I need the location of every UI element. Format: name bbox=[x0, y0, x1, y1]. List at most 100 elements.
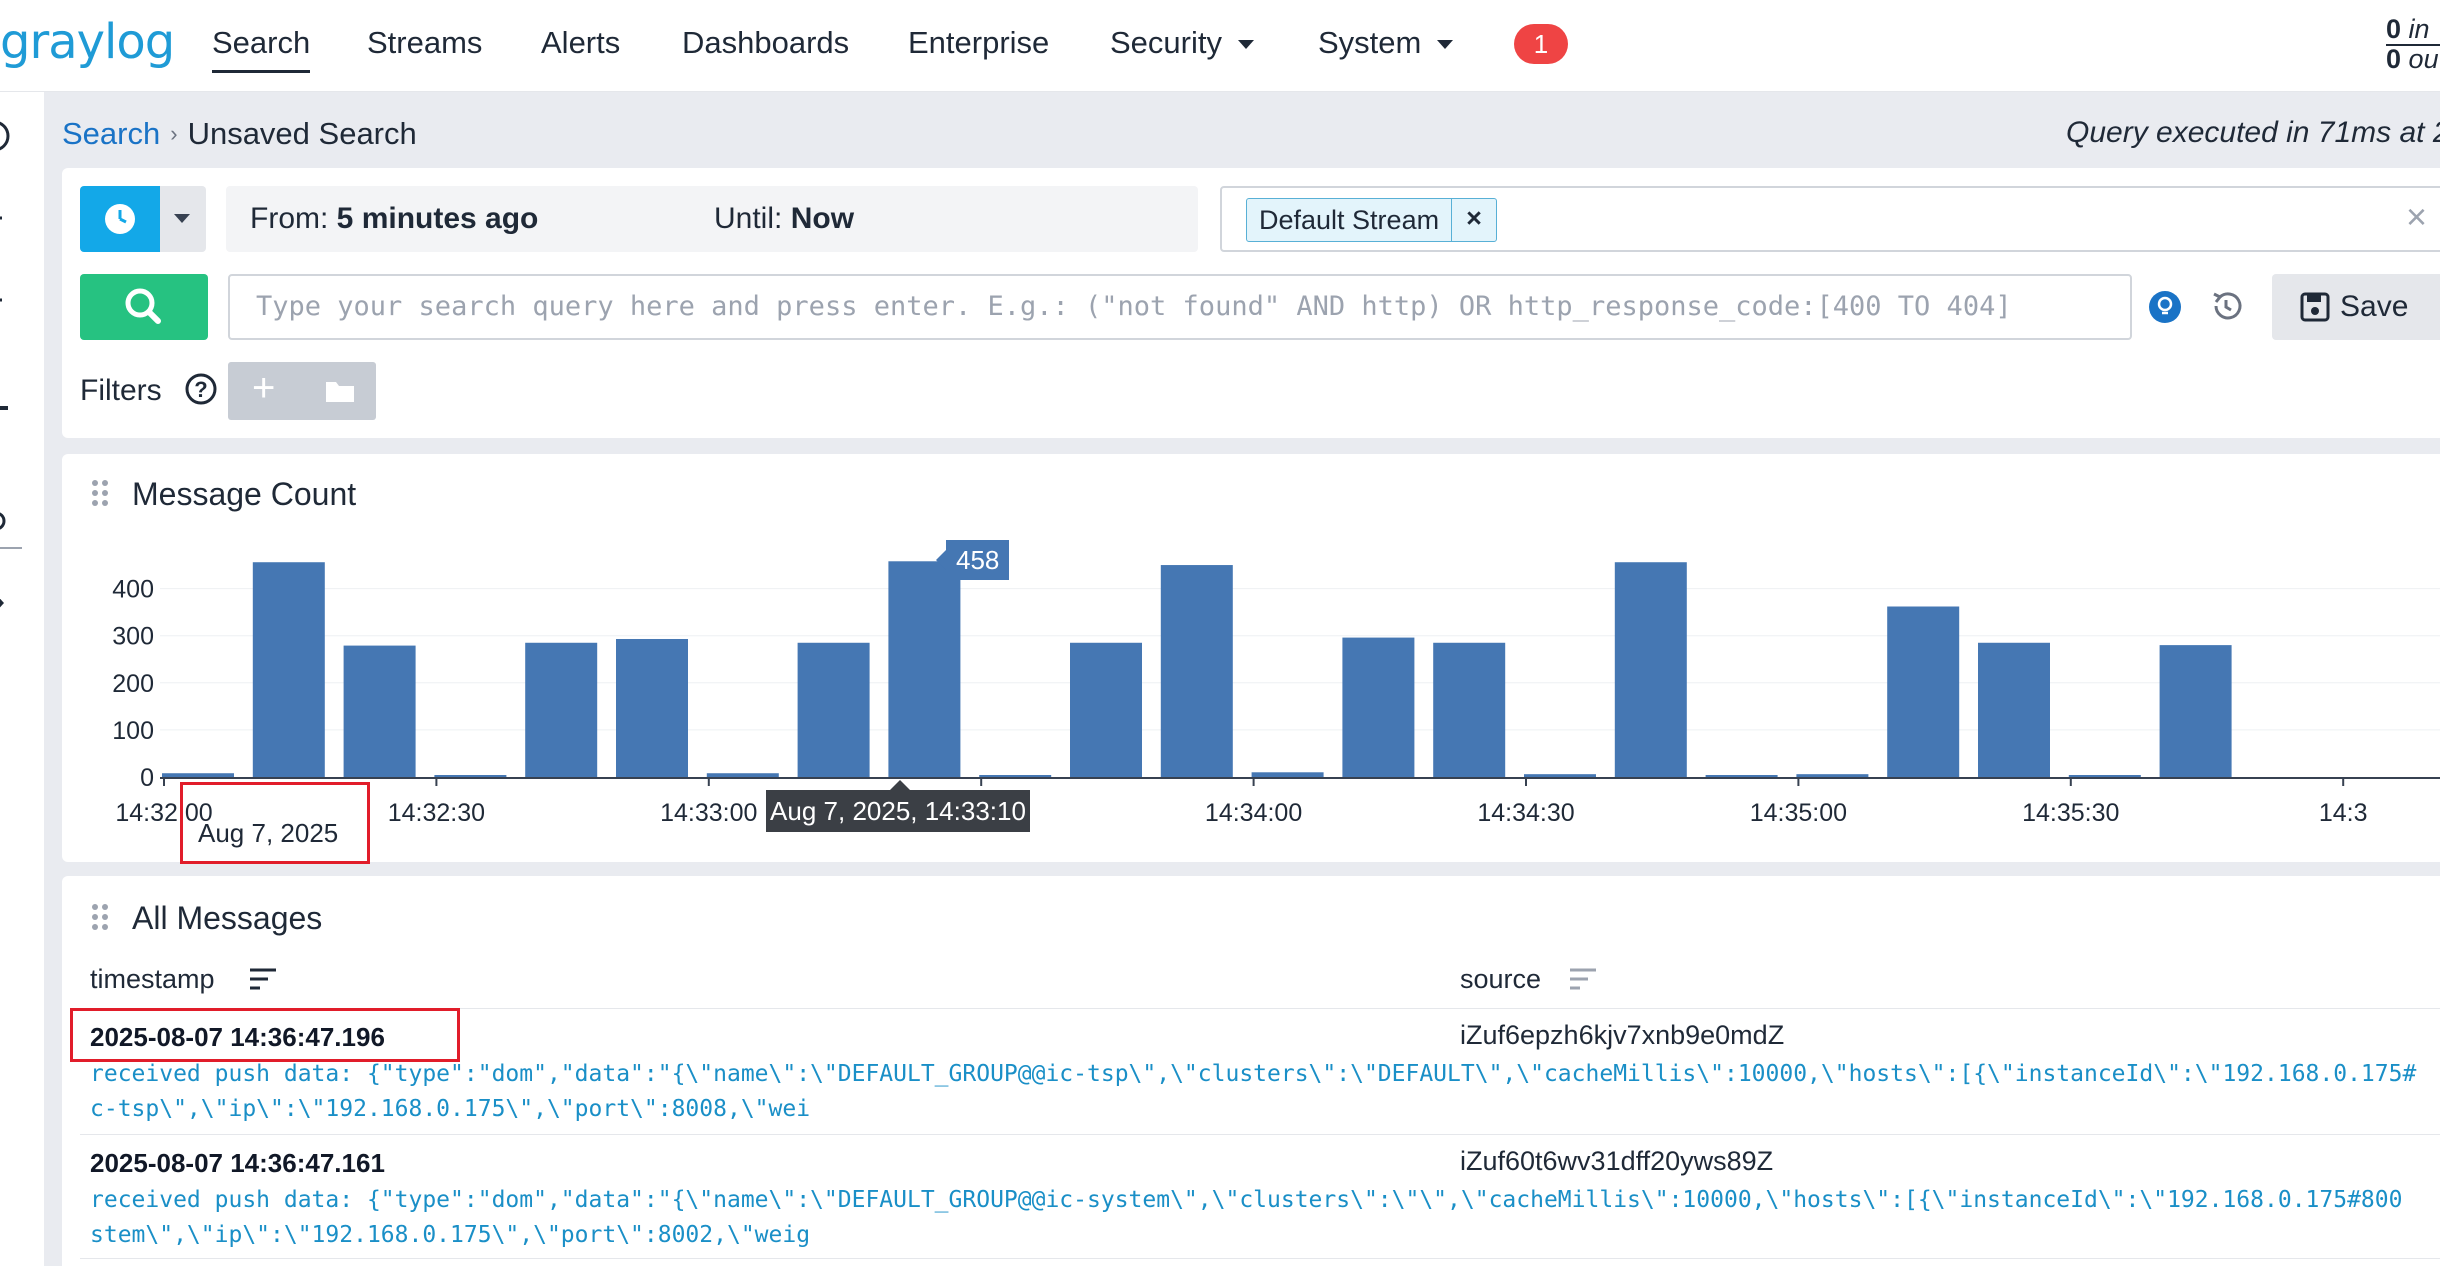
clock-icon bbox=[105, 204, 135, 234]
sidebar-dash-icon[interactable] bbox=[0, 290, 8, 310]
nav-streams[interactable]: Streams bbox=[367, 25, 482, 61]
sidebar-circle-icon[interactable] bbox=[0, 116, 14, 156]
nav-alerts[interactable]: Alerts bbox=[541, 25, 620, 61]
throughput-in-value: 0 bbox=[2386, 14, 2402, 44]
save-button-label: Save bbox=[2340, 290, 2409, 323]
chart-bar[interactable] bbox=[1887, 606, 1960, 777]
chart-bar[interactable] bbox=[162, 773, 234, 777]
search-button[interactable] bbox=[80, 274, 208, 340]
sort-icon[interactable] bbox=[248, 966, 278, 992]
drag-handle-icon[interactable] bbox=[90, 478, 110, 508]
time-range-dropdown-button[interactable] bbox=[160, 186, 206, 252]
query-execution-info: Query executed in 71ms at 20 bbox=[2066, 116, 2440, 149]
sort-icon[interactable] bbox=[1568, 966, 1598, 992]
time-until: Until: Now bbox=[714, 202, 854, 236]
notification-badge[interactable]: 1 bbox=[1514, 24, 1568, 64]
chart-x-tick-label: 14:35:30 bbox=[2022, 799, 2119, 827]
nav-system-label: System bbox=[1318, 25, 1422, 60]
chart-bar[interactable] bbox=[1070, 642, 1142, 777]
time-range-type-button[interactable] bbox=[80, 186, 160, 252]
chart-bar[interactable] bbox=[1342, 637, 1415, 777]
sidebar-share-icon[interactable] bbox=[0, 588, 14, 618]
chart-bar[interactable] bbox=[343, 645, 416, 777]
chart-bar[interactable] bbox=[2068, 775, 2141, 777]
chart-bar[interactable] bbox=[1796, 774, 1869, 777]
chart-bar[interactable] bbox=[888, 561, 961, 777]
nav-system[interactable]: System bbox=[1318, 25, 1454, 61]
chart-y-tick-label: 0 bbox=[140, 764, 154, 792]
chart-bar[interactable] bbox=[797, 642, 870, 777]
column-header-source[interactable]: source bbox=[1460, 964, 1541, 995]
chart-bar[interactable] bbox=[2159, 645, 2232, 777]
add-filter-button[interactable]: + bbox=[252, 366, 275, 411]
nav-dashboards[interactable]: Dashboards bbox=[682, 25, 849, 61]
top-navigation: graylog Search Streams Alerts Dashboards… bbox=[0, 0, 2440, 92]
chart-y-tick-label: 300 bbox=[112, 623, 154, 651]
nav-enterprise[interactable]: Enterprise bbox=[908, 25, 1049, 61]
stream-selector[interactable]: Default Stream × × bbox=[1220, 186, 2440, 252]
search-query-input[interactable]: Type your search query here and press en… bbox=[228, 274, 2132, 340]
sidebar-link-icon[interactable] bbox=[0, 506, 14, 536]
filters-label: Filters bbox=[80, 374, 162, 407]
time-range-display[interactable]: From: 5 minutes ago Until: Now bbox=[226, 186, 1198, 252]
highlight-box-timestamp bbox=[70, 1008, 460, 1062]
row-divider bbox=[80, 1134, 2440, 1135]
column-header-timestamp[interactable]: timestamp bbox=[90, 964, 215, 995]
chart-bar[interactable] bbox=[1978, 642, 2050, 777]
chart-bar[interactable] bbox=[525, 642, 598, 777]
row-divider bbox=[80, 1258, 2440, 1259]
stream-clear-button[interactable]: × bbox=[2406, 196, 2427, 238]
message-body-line: stem\",\"ip\":\"192.168.0.175\",\"port\"… bbox=[90, 1222, 811, 1248]
message-source: iZuf6epzh6kjv7xnb9e0mdZ bbox=[1460, 1020, 1785, 1050]
chart-y-tick-label: 400 bbox=[112, 576, 154, 604]
chart-x-tick-label: 14:34:00 bbox=[1205, 799, 1302, 827]
chart-bar[interactable] bbox=[1524, 774, 1596, 777]
graylog-logo[interactable]: graylog bbox=[0, 14, 175, 70]
throughput-out-value: 0 bbox=[2386, 44, 2402, 74]
chart-y-tick-label: 100 bbox=[112, 717, 154, 745]
svg-text:?: ? bbox=[194, 377, 207, 402]
breadcrumb: Search › Unsaved Search bbox=[62, 116, 417, 152]
time-until-label: Until: bbox=[714, 202, 783, 235]
chart-bar[interactable] bbox=[434, 775, 507, 777]
lightbulb-icon[interactable] bbox=[2148, 290, 2182, 324]
folder-icon[interactable] bbox=[324, 378, 356, 404]
bar-value-label: 458 bbox=[935, 540, 1010, 580]
nav-search[interactable]: Search bbox=[212, 25, 311, 73]
save-button[interactable]: Save bbox=[2272, 274, 2440, 340]
all-messages-title: All Messages bbox=[132, 900, 323, 936]
stream-chip-remove-button[interactable]: × bbox=[1451, 199, 1496, 241]
time-from-label: From: bbox=[250, 202, 329, 235]
highlight-box-date bbox=[180, 782, 370, 864]
chart-bar[interactable] bbox=[706, 773, 779, 777]
sidebar-fields-icon[interactable] bbox=[0, 388, 14, 418]
breadcrumb-separator: › bbox=[170, 121, 178, 146]
chevron-down-icon bbox=[1437, 40, 1454, 50]
stream-chip: Default Stream × bbox=[1246, 198, 1497, 242]
history-icon[interactable] bbox=[2208, 288, 2244, 324]
chart-bar[interactable] bbox=[1705, 775, 1778, 777]
drag-handle-icon[interactable] bbox=[90, 902, 110, 932]
chart-x-tick-label: 14:34:30 bbox=[1477, 799, 1574, 827]
throughput-out-label: ou bbox=[2408, 44, 2439, 74]
chart-bar[interactable] bbox=[1614, 562, 1687, 777]
message-body-line: received push data: {"type":"dom","data"… bbox=[90, 1187, 2403, 1213]
message-count-chart[interactable]: 010020030040014:32:00 14:32:30 14:33:00 14:… bbox=[80, 520, 2440, 840]
time-from-value: 5 minutes ago bbox=[336, 202, 539, 235]
chart-bar[interactable] bbox=[1433, 642, 1506, 777]
chart-bar[interactable] bbox=[979, 775, 1052, 777]
chart-bar[interactable] bbox=[1251, 772, 1324, 777]
chart-bar[interactable] bbox=[252, 562, 325, 777]
sidebar-dash-icon[interactable] bbox=[0, 208, 8, 228]
nav-security[interactable]: Security bbox=[1110, 25, 1254, 61]
chart-bar[interactable] bbox=[616, 638, 688, 777]
message-timestamp: 2025-08-07 14:36:47.161 bbox=[90, 1148, 385, 1178]
breadcrumb-current: Unsaved Search bbox=[187, 116, 417, 151]
breadcrumb-search-link[interactable]: Search bbox=[62, 116, 160, 151]
chevron-down-icon bbox=[174, 214, 190, 223]
chart-bar[interactable] bbox=[1160, 565, 1233, 777]
message-source: iZuf60t6wv31dff20yws89Z bbox=[1460, 1146, 1774, 1176]
message-count-title: Message Count bbox=[132, 476, 357, 512]
chart-x-tick-label: 14:32:30 bbox=[388, 799, 485, 827]
help-icon[interactable]: ? bbox=[184, 372, 218, 406]
